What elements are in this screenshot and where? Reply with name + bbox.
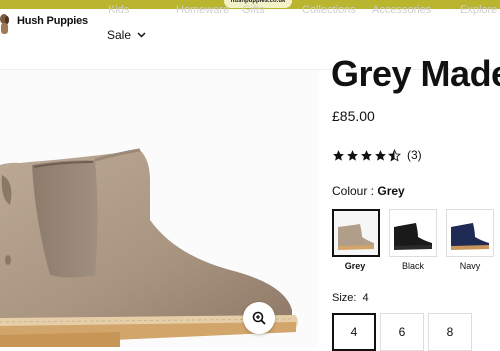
size-option-8[interactable]: 8 <box>428 313 472 351</box>
product-rating[interactable]: (3) <box>332 148 422 162</box>
swatch-label-grey: Grey <box>344 261 366 271</box>
nav-item-collections[interactable]: Collections <box>302 4 356 16</box>
colour-swatch-black[interactable] <box>389 209 437 257</box>
sale-label: Sale <box>107 28 132 42</box>
size-label: Size: 4 <box>332 292 369 304</box>
chelsea-boot-image <box>0 148 298 347</box>
boot-thumbnail-black <box>390 210 436 256</box>
star-half-icon <box>388 148 401 162</box>
colour-label: Colour : Grey <box>332 184 405 198</box>
nav-item-accessories[interactable]: Accessories <box>372 4 431 16</box>
zoom-in-icon <box>252 311 266 325</box>
nav-sale-menu[interactable]: Sale <box>107 28 146 42</box>
colour-selected-value: Grey <box>377 184 405 198</box>
star-rating <box>332 148 401 162</box>
star-filled-icon <box>347 149 358 161</box>
brand-logo-text[interactable]: Hush Puppies <box>17 15 88 27</box>
size-option-6[interactable]: 6 <box>380 313 424 351</box>
product-title: Grey Made <box>331 53 500 94</box>
product-price: £85.00 <box>332 108 375 124</box>
swatch-label-navy: Navy <box>459 261 481 271</box>
colour-swatch-grey[interactable] <box>332 209 380 257</box>
swatch-label-black: Black <box>401 261 424 271</box>
chevron-down-icon <box>137 32 146 38</box>
size-option-4[interactable]: 4 <box>332 313 376 351</box>
review-count[interactable]: (3) <box>407 148 422 162</box>
zoom-image-button[interactable] <box>243 302 275 334</box>
colour-label-text: Colour : <box>332 184 375 198</box>
colour-swatch-navy[interactable] <box>446 209 494 257</box>
nav-item-homeware[interactable]: Homeware <box>176 4 229 16</box>
nav-item-gifts[interactable]: Gifts <box>242 4 265 16</box>
star-filled-icon <box>361 149 372 161</box>
size-selected-value: 4 <box>362 292 369 304</box>
boot-thumbnail-grey <box>334 211 378 255</box>
product-main-image[interactable] <box>0 70 318 347</box>
nav-item-kids[interactable]: Kids <box>108 4 129 16</box>
boot-thumbnail-navy <box>447 210 493 256</box>
star-filled-icon <box>333 149 344 161</box>
star-filled-icon <box>375 149 386 161</box>
brand-logo-dog-icon[interactable] <box>0 13 10 35</box>
nav-item-explore[interactable]: Explore <box>460 4 497 16</box>
size-label-text: Size: <box>332 292 357 304</box>
